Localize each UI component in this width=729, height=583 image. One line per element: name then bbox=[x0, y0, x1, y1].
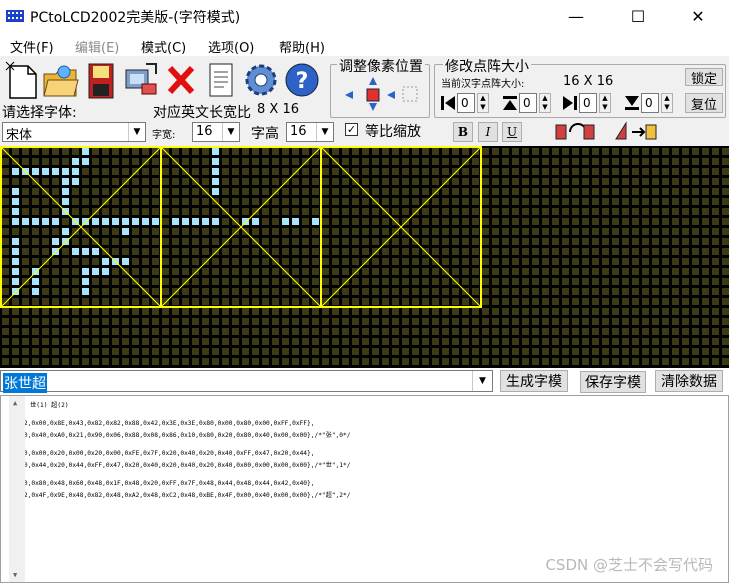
window-title: PCtoLCD2002完美版-(字符模式) bbox=[30, 10, 241, 26]
reset-button[interactable]: 复位 bbox=[685, 93, 723, 113]
delete-x-icon[interactable] bbox=[162, 60, 200, 100]
current-size-label: 当前汉字点阵大小: bbox=[441, 79, 525, 90]
proportional-label: 等比缩放 bbox=[365, 124, 421, 140]
lock-button[interactable]: 锁定 bbox=[685, 68, 723, 87]
menu-edit[interactable]: 编辑(E) bbox=[75, 37, 119, 56]
char-width-label: 字宽: bbox=[152, 130, 176, 141]
font-select[interactable]: 宋体 ▼ bbox=[2, 122, 146, 143]
svg-text:?: ? bbox=[296, 69, 309, 94]
maximize-button[interactable]: ☐ bbox=[615, 0, 661, 32]
right-spin-buttons[interactable]: ▲ ▼ bbox=[599, 93, 611, 113]
left-spin-value[interactable]: 0 bbox=[457, 93, 475, 113]
output-line: {0x80,0x40,0xA0,0x21,0x90,0x06,0x88,0x08… bbox=[9, 432, 351, 439]
bottom-spin-buttons[interactable]: ▲ ▼ bbox=[661, 93, 673, 113]
adjust-pixel-title: 调整像素位置 bbox=[337, 56, 425, 76]
minimize-icon: — bbox=[568, 6, 584, 26]
en-ratio-label: 对应英文长宽比 bbox=[153, 105, 251, 121]
shrink-top-icon[interactable] bbox=[501, 94, 519, 112]
chevron-down-icon[interactable]: ▼ bbox=[316, 123, 333, 141]
output-line: {0x20,0x44,0x20,0x44,0xFF,0x47,0x20,0x40… bbox=[9, 462, 351, 469]
current-size-value: 16 X 16 bbox=[563, 74, 614, 89]
top-spin-buttons[interactable]: ▲ ▼ bbox=[539, 93, 551, 113]
generate-button[interactable]: 生成字模 bbox=[500, 370, 568, 392]
app-icon bbox=[6, 10, 24, 22]
notepad-icon[interactable] bbox=[202, 60, 240, 100]
close-button[interactable]: ✕ bbox=[675, 0, 721, 32]
chevron-down-icon[interactable]: ▼ bbox=[472, 371, 492, 391]
title-bar: PCtoLCD2002完美版-(字符模式) — ☐ ✕ bbox=[0, 0, 729, 32]
output-line: {0x02,0x00,0x8E,0x43,0x82,0x82,0x88,0x42… bbox=[9, 420, 315, 427]
menu-file[interactable]: 文件(F) bbox=[10, 37, 54, 56]
char-input-value: 张世超 bbox=[3, 373, 47, 393]
shrink-bottom-icon[interactable] bbox=[623, 94, 641, 112]
shrink-right-icon[interactable] bbox=[561, 94, 579, 112]
mirror-icon[interactable] bbox=[612, 121, 658, 143]
char-height-value: 16 bbox=[290, 124, 307, 139]
right-spin-value[interactable]: 0 bbox=[579, 93, 597, 113]
chevron-down-icon[interactable]: ▼ bbox=[128, 123, 145, 141]
proportional-checkbox[interactable]: ✓ bbox=[345, 123, 358, 136]
matrix-size-group: 修改点阵大小 当前汉字点阵大小: 16 X 16 锁定 复位 0 ▲ ▼ 0 ▲ ▼… bbox=[434, 56, 726, 118]
gear-icon[interactable] bbox=[242, 60, 280, 100]
lcd-grid[interactable] bbox=[0, 146, 729, 368]
select-font-label: 请选择字体: bbox=[2, 105, 77, 121]
minimize-button[interactable]: — bbox=[553, 0, 599, 32]
output-line: {0x40,0x80,0x48,0x60,0x48,0x1F,0x48,0x20… bbox=[9, 480, 315, 487]
char-input[interactable]: 张世超 ▼ bbox=[0, 370, 493, 393]
menu-bar: 文件(F) 编辑(E) 模式(C) 选项(O) 帮助(H) bbox=[0, 34, 729, 56]
char-height-label: 字高 bbox=[251, 126, 279, 142]
rotate-icon[interactable] bbox=[552, 121, 598, 143]
save-disk-icon[interactable] bbox=[83, 60, 121, 100]
underline-button[interactable]: U bbox=[502, 122, 522, 142]
menu-help[interactable]: 帮助(H) bbox=[279, 37, 325, 56]
en-ratio-value: 8 X 16 bbox=[257, 102, 299, 117]
bold-button[interactable]: B bbox=[453, 122, 473, 142]
bottom-spin-value[interactable]: 0 bbox=[641, 93, 659, 113]
matrix-size-title: 修改点阵大小 bbox=[443, 56, 531, 76]
shrink-left-icon[interactable] bbox=[439, 94, 457, 112]
close-icon: ✕ bbox=[691, 6, 705, 26]
output-line: {0x20,0x00,0x20,0x00,0x20,0x00,0xFE,0x7F… bbox=[9, 450, 315, 457]
open-folder-icon[interactable] bbox=[42, 60, 80, 100]
help-icon[interactable]: ? bbox=[283, 60, 321, 100]
char-width-value: 16 bbox=[196, 124, 213, 139]
maximize-icon: ☐ bbox=[630, 6, 646, 26]
new-file-icon[interactable] bbox=[4, 60, 42, 100]
menu-mode[interactable]: 模式(C) bbox=[141, 37, 186, 56]
left-spin-buttons[interactable]: ▲ ▼ bbox=[477, 93, 489, 113]
watermark: CSDN @芝士不会写代码 bbox=[545, 556, 713, 574]
char-width-select[interactable]: 16 ▼ bbox=[192, 122, 240, 142]
char-height-select[interactable]: 16 ▼ bbox=[286, 122, 334, 142]
adjust-pixel-group: 调整像素位置 bbox=[330, 56, 430, 118]
menu-options[interactable]: 选项(O) bbox=[208, 37, 254, 56]
import-icon[interactable] bbox=[122, 60, 160, 100]
chevron-down-icon[interactable]: ▼ bbox=[222, 123, 239, 141]
font-select-value: 宋体 bbox=[6, 128, 33, 143]
vertical-scrollbar[interactable]: ▲ ▼ bbox=[9, 396, 25, 582]
top-spin-value[interactable]: 0 bbox=[519, 93, 537, 113]
save-font-button[interactable]: 保存字模 bbox=[580, 371, 646, 393]
italic-button[interactable]: I bbox=[478, 122, 498, 142]
clear-button[interactable]: 清除数据 bbox=[655, 370, 723, 392]
output-line: {0xA2,0x4F,0x9E,0x48,0x82,0x48,0xA2,0x48… bbox=[9, 492, 351, 499]
move-arrows-icon[interactable] bbox=[341, 75, 421, 115]
